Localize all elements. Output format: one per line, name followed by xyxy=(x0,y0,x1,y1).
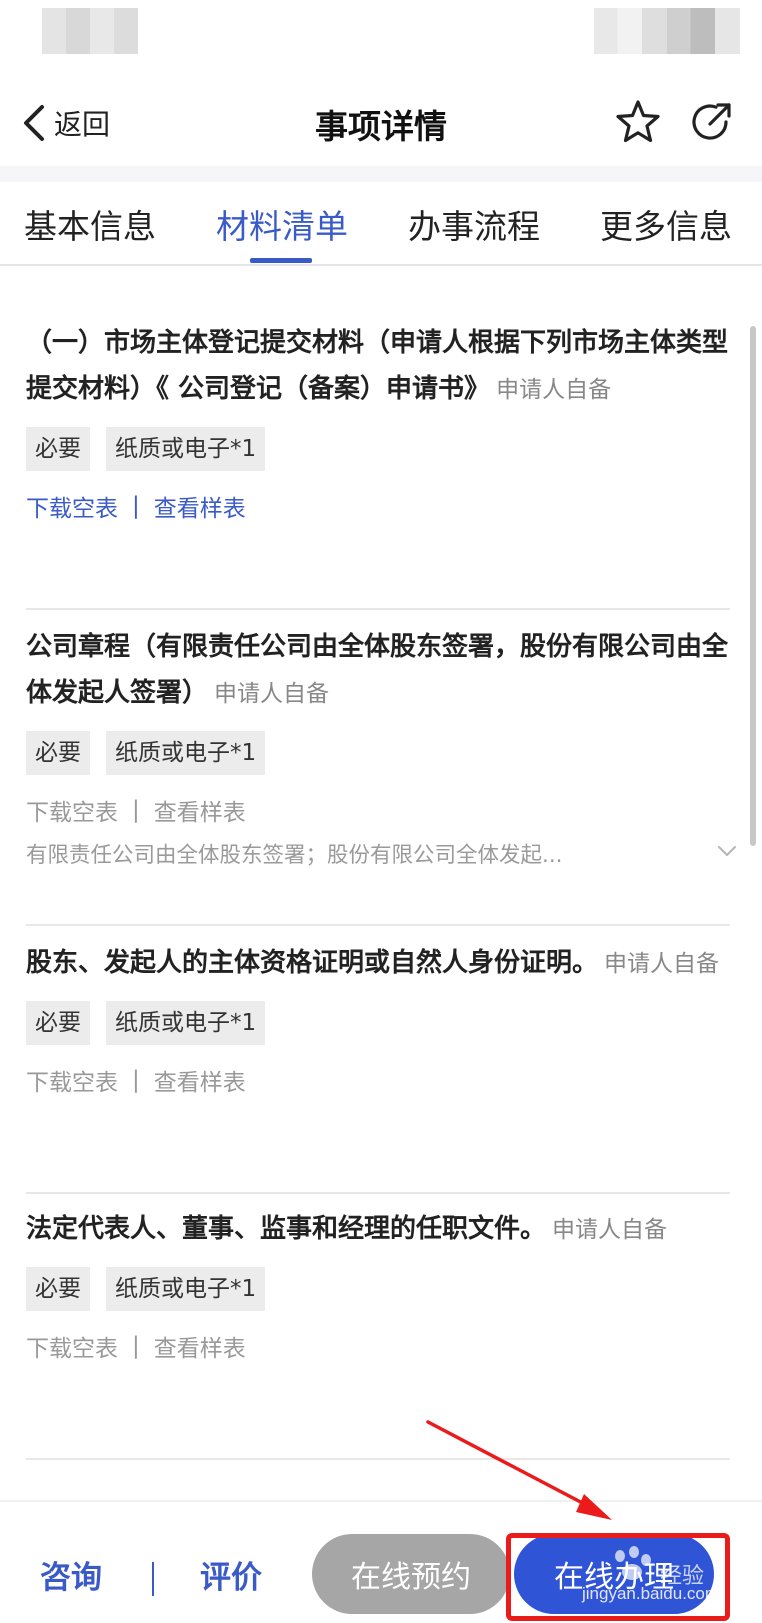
item-divider xyxy=(26,1458,730,1460)
link-separator: | xyxy=(132,1333,140,1359)
download-blank-link[interactable]: 下载空表 xyxy=(26,1063,118,1097)
download-blank-link[interactable]: 下载空表 xyxy=(26,1329,118,1363)
view-sample-link[interactable]: 查看样表 xyxy=(154,1063,246,1097)
view-sample-link[interactable]: 查看样表 xyxy=(154,793,246,827)
tab-basic-info[interactable]: 基本信息 xyxy=(24,200,156,248)
download-blank-link[interactable]: 下载空表 xyxy=(26,793,118,827)
item-divider xyxy=(26,1192,730,1194)
material-title: （一）市场主体登记提交材料（申请人根据下列市场主体类型提交材料）《 公司登记（备… xyxy=(26,320,730,413)
tab-more-info[interactable]: 更多信息 xyxy=(600,200,732,248)
material-source: 申请人自备 xyxy=(214,681,330,707)
view-sample-link[interactable]: 查看样表 xyxy=(154,489,246,523)
material-tags: 必要 纸质或电子*1 xyxy=(26,731,730,775)
material-tags: 必要 纸质或电子*1 xyxy=(26,1001,730,1045)
material-note-text: 有限责任公司由全体股东签署；股份有限公司全体发起... xyxy=(26,843,563,868)
material-note: 有限责任公司由全体股东签署；股份有限公司全体发起... xyxy=(26,839,736,873)
required-tag: 必要 xyxy=(26,731,90,775)
chevron-down-icon[interactable] xyxy=(716,841,738,861)
required-tag: 必要 xyxy=(26,1001,90,1045)
navigation-bar: 返回 事项详情 xyxy=(0,88,762,158)
materials-list: （一）市场主体登记提交材料（申请人根据下列市场主体类型提交材料）《 公司登记（备… xyxy=(0,268,762,1500)
download-blank-link[interactable]: 下载空表 xyxy=(26,489,118,523)
link-separator: | xyxy=(132,797,140,823)
material-title: 法定代表人、董事、监事和经理的任职文件。 申请人自备 xyxy=(26,1206,730,1253)
tab-bar: 基本信息 材料清单 办事流程 更多信息 xyxy=(0,182,762,266)
required-tag: 必要 xyxy=(26,1267,90,1311)
required-tag: 必要 xyxy=(26,427,90,471)
material-title-text: （一）市场主体登记提交材料（申请人根据下列市场主体类型提交材料）《 公司登记（备… xyxy=(26,328,729,404)
material-title: 股东、发起人的主体资格证明或自然人身份证明。 申请人自备 xyxy=(26,940,730,987)
material-links: 下载空表 | 查看样表 xyxy=(26,1329,730,1363)
format-tag: 纸质或电子*1 xyxy=(106,1001,266,1045)
material-title-text: 法定代表人、董事、监事和经理的任职文件。 xyxy=(26,1214,547,1244)
material-title: 公司章程（有限责任公司由全体股东签署，股份有限公司由全体发起人签署） 申请人自备 xyxy=(26,624,730,717)
online-reservation-button[interactable]: 在线预约 xyxy=(312,1534,510,1614)
share-icon[interactable] xyxy=(688,98,736,146)
format-tag: 纸质或电子*1 xyxy=(106,731,266,775)
material-title-text: 股东、发起人的主体资格证明或自然人身份证明。 xyxy=(26,948,599,978)
star-icon[interactable] xyxy=(614,98,662,146)
link-separator: | xyxy=(132,493,140,519)
format-tag: 纸质或电子*1 xyxy=(106,1267,266,1311)
annotation-highlight-box xyxy=(506,1533,730,1621)
link-separator: | xyxy=(132,1067,140,1093)
material-tags: 必要 纸质或电子*1 xyxy=(26,427,730,471)
material-item: 公司章程（有限责任公司由全体股东签署，股份有限公司由全体发起人签署） 申请人自备 … xyxy=(26,624,736,873)
material-item: 法定代表人、董事、监事和经理的任职文件。 申请人自备 必要 纸质或电子*1 下载空… xyxy=(26,1206,730,1363)
material-source: 申请人自备 xyxy=(496,377,612,403)
evaluate-button[interactable]: 评价 xyxy=(200,1552,262,1597)
view-sample-link[interactable]: 查看样表 xyxy=(154,1329,246,1363)
item-divider xyxy=(26,924,730,926)
material-tags: 必要 纸质或电子*1 xyxy=(26,1267,730,1311)
bottom-bar-divider xyxy=(152,1562,154,1596)
material-links: 下载空表 | 查看样表 xyxy=(26,489,730,523)
material-title-text: 公司章程（有限责任公司由全体股东签署，股份有限公司由全体发起人签署） xyxy=(26,632,729,708)
tab-materials[interactable]: 材料清单 xyxy=(216,200,348,248)
tab-process[interactable]: 办事流程 xyxy=(408,200,540,248)
status-bar-blur-left xyxy=(42,8,138,54)
header-separator xyxy=(0,166,762,182)
material-links: 下载空表 | 查看样表 xyxy=(26,1063,730,1097)
material-source: 申请人自备 xyxy=(552,1217,668,1243)
item-divider xyxy=(26,608,730,610)
active-tab-indicator xyxy=(250,258,312,263)
status-bar-blur-right xyxy=(594,8,740,54)
material-links: 下载空表 | 查看样表 xyxy=(26,793,730,827)
material-source: 申请人自备 xyxy=(604,951,720,977)
scrollbar[interactable] xyxy=(750,326,756,846)
material-item: 股东、发起人的主体资格证明或自然人身份证明。 申请人自备 必要 纸质或电子*1 下… xyxy=(26,940,730,1097)
material-item: （一）市场主体登记提交材料（申请人根据下列市场主体类型提交材料）《 公司登记（备… xyxy=(26,320,730,523)
format-tag: 纸质或电子*1 xyxy=(106,427,266,471)
consult-button[interactable]: 咨询 xyxy=(40,1552,102,1597)
